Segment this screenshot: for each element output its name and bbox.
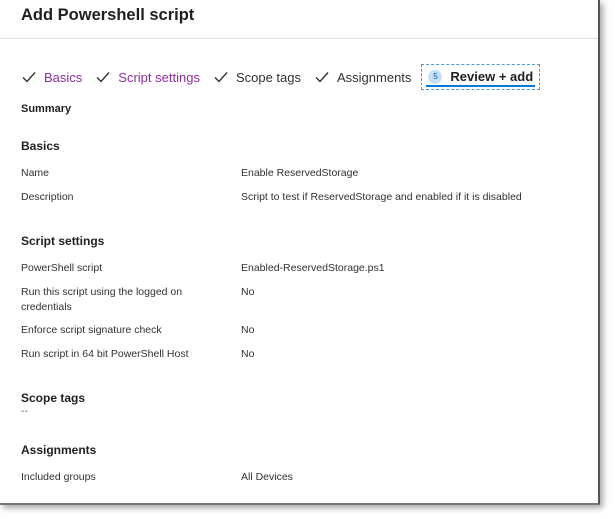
step-scope-tags[interactable]: Scope tags bbox=[214, 70, 301, 85]
script-settings-heading: Script settings bbox=[21, 234, 105, 248]
description-value: Script to test if ReservedStorage and en… bbox=[241, 191, 522, 203]
run-logged-on-value: No bbox=[241, 286, 255, 298]
active-step-underline bbox=[426, 85, 536, 87]
checkmark-icon bbox=[315, 72, 329, 83]
included-groups-value: All Devices bbox=[241, 471, 293, 483]
scope-tags-value: -- bbox=[21, 405, 28, 417]
summary-heading: Summary bbox=[21, 103, 72, 115]
step-number-badge: 5 bbox=[428, 69, 443, 84]
name-value: Enable ReservedStorage bbox=[241, 167, 359, 179]
scope-tags-heading: Scope tags bbox=[21, 391, 86, 405]
step-assignments[interactable]: Assignments bbox=[315, 70, 411, 85]
review-panel: Add Powershell script Basics Script sett… bbox=[0, 0, 600, 505]
wizard-steps: Basics Script settings Scope tags Assign… bbox=[22, 62, 554, 92]
step-label: Assignments bbox=[337, 69, 412, 85]
run-logged-on-label: Run this script using the logged on cred… bbox=[21, 286, 183, 313]
powershell-script-value: Enabled-ReservedStorage.ps1 bbox=[241, 262, 385, 274]
step-label: Script settings bbox=[118, 69, 200, 85]
step-basics[interactable]: Basics bbox=[22, 70, 82, 85]
checkmark-icon bbox=[22, 72, 36, 83]
page-title: Add Powershell script bbox=[21, 6, 195, 24]
signature-check-label: Enforce script signature check bbox=[21, 324, 162, 336]
panel-header: Add Powershell script bbox=[0, 0, 598, 39]
included-groups-label: Included groups bbox=[21, 471, 96, 483]
signature-check-value: No bbox=[241, 324, 255, 336]
step-label: Scope tags bbox=[235, 69, 301, 85]
step-label: Basics bbox=[44, 69, 83, 85]
checkmark-icon bbox=[96, 72, 110, 83]
assignments-heading: Assignments bbox=[21, 443, 97, 457]
run-64bit-label: Run script in 64 bit PowerShell Host bbox=[21, 348, 189, 360]
step-label: Review + add bbox=[450, 69, 534, 84]
run-64bit-value: No bbox=[241, 348, 255, 360]
basics-heading: Basics bbox=[21, 139, 60, 153]
checkmark-icon bbox=[214, 72, 228, 83]
step-script-settings[interactable]: Script settings bbox=[96, 70, 200, 85]
name-label: Name bbox=[21, 167, 50, 179]
powershell-script-label: PowerShell script bbox=[21, 262, 103, 274]
step-review-add[interactable]: 5 Review + add bbox=[421, 64, 541, 90]
description-label: Description bbox=[21, 191, 74, 203]
